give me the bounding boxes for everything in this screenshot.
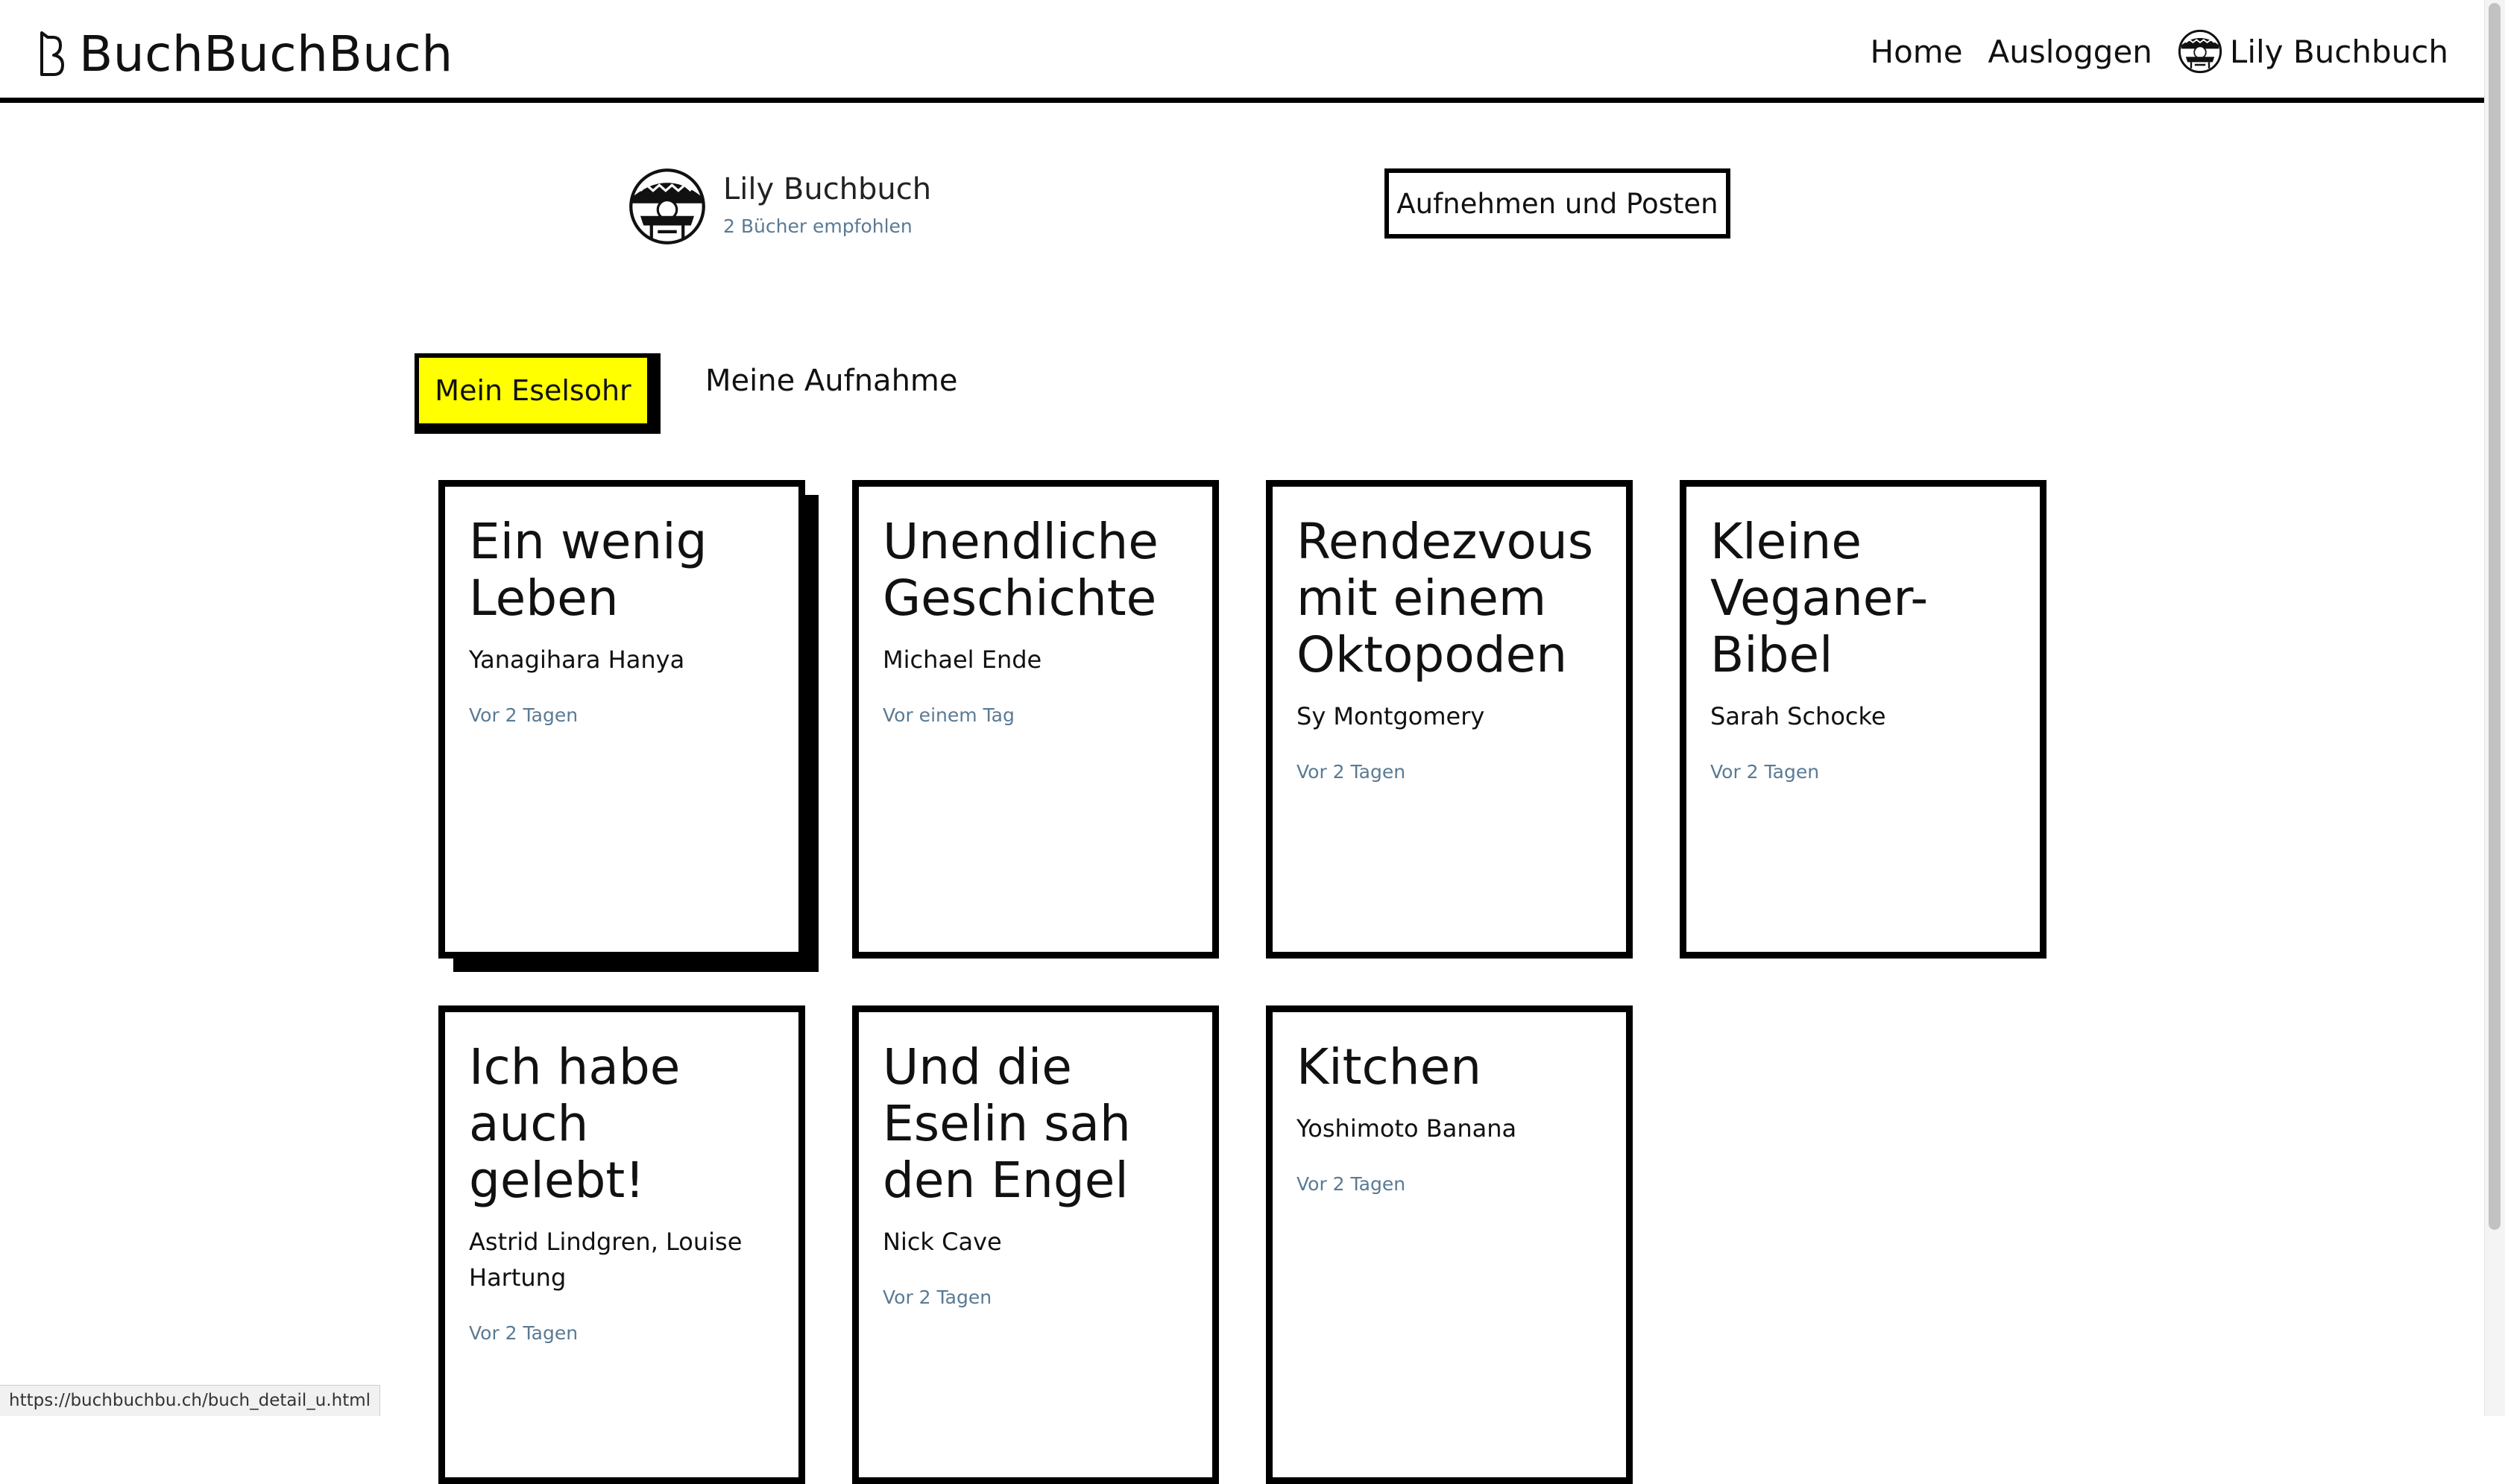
nav-profile-link[interactable]: Lily Buchbuch [2178, 29, 2448, 74]
book-date: Vor einem Tag [883, 704, 1015, 726]
book-author: Michael Ende [883, 645, 1042, 674]
site-title: BuchBuchBuch [79, 25, 453, 83]
user-profile-summary: Lily Buchbuch 2 Bücher empfohlen [628, 167, 931, 246]
user-avatar-icon [2178, 29, 2222, 74]
book-author: Sarah Schocke [1710, 702, 1886, 730]
tab-mein-eselsohr-label: Mein Eselsohr [415, 353, 652, 428]
nav-user-name: Lily Buchbuch [2229, 33, 2448, 70]
book-title: Kleine Veganer-Bibel [1710, 513, 1929, 683]
tab-meine-aufnahme[interactable]: Meine Aufnahme [705, 364, 958, 398]
link-status-bar: https://buchbuchbu.ch/buch_detail_u.html [0, 1385, 381, 1416]
book-title: Kitchen [1296, 1038, 1482, 1096]
book-title: Ich habe auch gelebt! [469, 1038, 681, 1209]
book-date: Vor 2 Tagen [1296, 761, 1406, 783]
book-date: Vor 2 Tagen [1710, 761, 1820, 783]
book-author: Nick Cave [883, 1228, 1002, 1256]
books-recommended-count: 2 Bücher empfohlen [723, 215, 913, 237]
book-card[interactable]: Unendliche Geschichte Michael Ende Vor e… [852, 480, 1219, 959]
site-logo[interactable]: BuchBuchBuch [37, 24, 453, 83]
book-card[interactable]: Ich habe auch gelebt! Astrid Lindgren, L… [438, 1005, 805, 1484]
nav-logout-link[interactable]: Ausloggen [1988, 34, 2152, 70]
profile-name: Lily Buchbuch [723, 171, 932, 206]
book-card[interactable]: Ein wenig Leben Yanagihara Hanya Vor 2 T… [438, 480, 805, 959]
book-card[interactable]: Kitchen Yoshimoto Banana Vor 2 Tagen [1266, 1005, 1633, 1484]
book-card[interactable]: Rendezvous mit einem Oktopoden Sy Montgo… [1266, 480, 1633, 959]
book-date: Vor 2 Tagen [469, 704, 579, 726]
book-title: Ein wenig Leben [469, 513, 708, 627]
main-nav: Home Ausloggen Lily Buchbuch [1845, 27, 2448, 76]
page-scrollbar-thumb[interactable] [2489, 3, 2501, 1230]
book-author: Astrid Lindgren, Louise Hartung [469, 1228, 743, 1292]
book-author: Sy Montgomery [1296, 702, 1485, 730]
book-author: Yoshimoto Banana [1296, 1114, 1517, 1143]
book-title: Rendezvous mit einem Oktopoden [1296, 513, 1594, 683]
book-title: Und die Eselin sah den Engel [883, 1038, 1131, 1209]
record-and-post-button[interactable]: Aufnehmen und Posten [1384, 168, 1730, 239]
top-navbar: BuchBuchBuch Home Ausloggen Lily Buchbuc… [0, 0, 2484, 103]
book-date: Vor 2 Tagen [469, 1322, 579, 1344]
nav-home-link[interactable]: Home [1871, 34, 1963, 70]
profile-avatar-icon [629, 168, 705, 244]
book-author: Yanagihara Hanya [469, 645, 685, 674]
book-card[interactable]: Kleine Veganer-Bibel Sarah Schocke Vor 2… [1680, 480, 2046, 959]
book-card[interactable]: Und die Eselin sah den Engel Nick Cave V… [852, 1005, 1219, 1484]
book-title: Unendliche Geschichte [883, 513, 1159, 627]
book-logo-icon [40, 31, 64, 76]
tab-mein-eselsohr[interactable]: Mein Eselsohr [415, 353, 661, 434]
profile-text: Lily Buchbuch 2 Bücher empfohlen [723, 172, 931, 237]
book-date: Vor 2 Tagen [883, 1286, 992, 1308]
book-date: Vor 2 Tagen [1296, 1173, 1406, 1195]
